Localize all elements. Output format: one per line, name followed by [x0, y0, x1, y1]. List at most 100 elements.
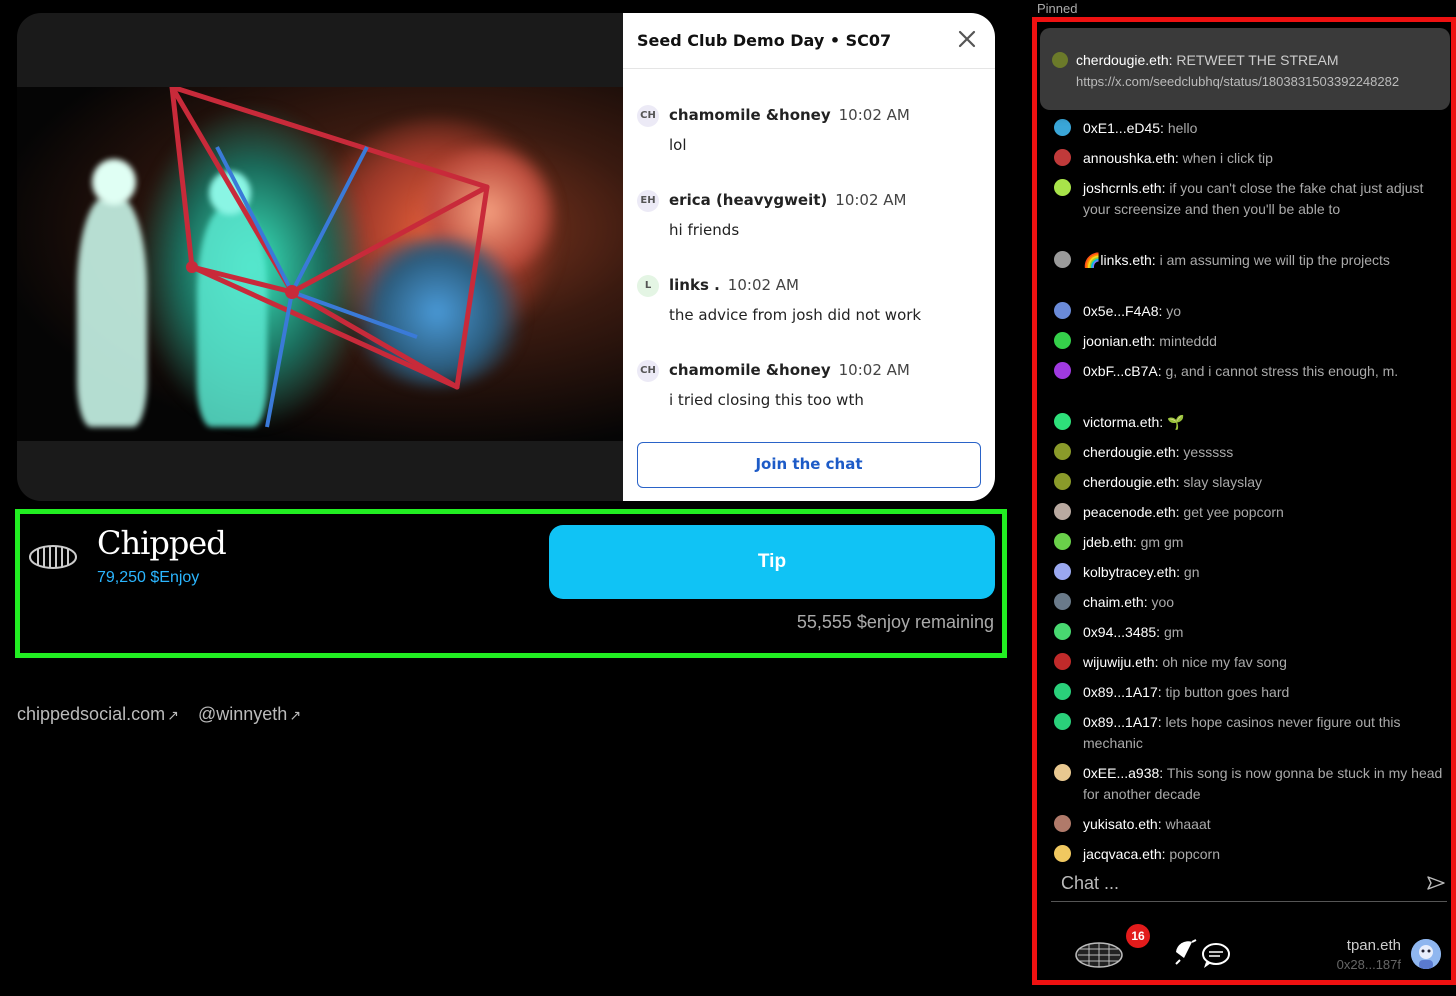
- overlay-message-time: 10:02 AM: [727, 276, 799, 294]
- send-icon[interactable]: [1427, 874, 1445, 892]
- chat-message-text: 🌱: [1167, 414, 1185, 430]
- overlay-message-time: 10:02 AM: [838, 361, 910, 379]
- overlay-message-author: chamomile &honey: [669, 361, 831, 379]
- chat-message-author: joshcrnls.eth:: [1083, 180, 1166, 196]
- chat-message-author: kolbytracey.eth:: [1083, 564, 1181, 580]
- avatar: L: [637, 275, 659, 297]
- chat-message-author: yukisato.eth:: [1083, 816, 1162, 832]
- join-chat-button[interactable]: Join the chat: [637, 442, 981, 488]
- chat-message-text: gm gm: [1140, 534, 1184, 550]
- pinned-message-author: cherdougie.eth:: [1076, 52, 1173, 68]
- chat-message-author: jdeb.eth:: [1083, 534, 1137, 550]
- chat-message-author: annoushka.eth:: [1083, 150, 1179, 166]
- avatar: [1054, 503, 1071, 520]
- chipped-logo-icon[interactable]: [1074, 938, 1124, 972]
- chat-input-row: [1051, 866, 1447, 902]
- avatar: [1054, 623, 1071, 640]
- username: tpan.eth: [1346, 937, 1401, 954]
- website-link[interactable]: chippedsocial.com ↗: [17, 704, 179, 725]
- overlay-message-text: i tried closing this too wth: [669, 391, 864, 409]
- avatar: [1054, 473, 1071, 490]
- pinned-label: Pinned: [1037, 1, 1078, 16]
- chat-message-author: 0x89...1A17:: [1083, 714, 1162, 730]
- overlay-message-author: erica (heavygweit): [669, 191, 828, 209]
- overlay-message-text: the advice from josh did not work: [669, 306, 922, 324]
- chat-mode-icon[interactable]: [1172, 938, 1234, 970]
- avatar: [1054, 815, 1071, 832]
- chat-message-author: 0x94...3485:: [1083, 624, 1161, 640]
- chat-message-author: chaim.eth:: [1083, 594, 1148, 610]
- chat-message-text: g, and i cannot stress this enough, m.: [1165, 363, 1399, 379]
- chat-message-author: 0xbF...cB7A:: [1083, 363, 1162, 379]
- avatar: [1054, 683, 1071, 700]
- user-avatar[interactable]: [1411, 939, 1441, 969]
- chat-message-author: joonian.eth:: [1083, 333, 1156, 349]
- chat-input[interactable]: [1051, 866, 1411, 900]
- pinned-message-text: RETWEET THE STREAM: [1176, 52, 1339, 68]
- avatar: [1054, 443, 1071, 460]
- chipped-logo-icon: [29, 545, 77, 569]
- chat-message-text: popcorn: [1169, 846, 1220, 862]
- notification-badge: 16: [1126, 924, 1150, 948]
- avatar: [1054, 149, 1071, 166]
- overlay-header: Seed Club Demo Day • SC07: [623, 13, 995, 69]
- chat-message-text: yo: [1166, 303, 1182, 319]
- overlay-message-text: lol: [669, 136, 687, 154]
- avatar: [1054, 593, 1071, 610]
- chat-message-text: hello: [1167, 120, 1198, 136]
- avatar: [1054, 332, 1071, 349]
- chat-message-author: cherdougie.eth:: [1083, 444, 1180, 460]
- chat-message-author: cherdougie.eth:: [1083, 474, 1180, 490]
- chat-message-text: get yee popcorn: [1183, 504, 1284, 520]
- avatar: [1054, 413, 1071, 430]
- pinned-message-link[interactable]: https://x.com/seedclubhq/status/18038315…: [1076, 74, 1399, 89]
- avatar: EH: [637, 190, 659, 212]
- overlay-title: Seed Club Demo Day • SC07: [637, 31, 892, 50]
- video-stream[interactable]: [17, 87, 623, 441]
- chat-message-author: 0x5e...F4A8:: [1083, 303, 1163, 319]
- avatar: [1054, 845, 1071, 862]
- chat-message-text: yesssss: [1183, 444, 1234, 460]
- avatar: [1054, 653, 1071, 670]
- avatar: [1054, 563, 1071, 580]
- chat-message-text: minteddd: [1159, 333, 1217, 349]
- chat-message-text: whaaat: [1165, 816, 1211, 832]
- twitter-handle-link[interactable]: @winnyeth ↗: [198, 704, 301, 725]
- tip-remaining-text: 55,555 $enjoy remaining: [796, 612, 994, 632]
- chat-message-text: oh nice my fav song: [1162, 654, 1287, 670]
- chat-message-text: slay slayslay: [1183, 474, 1263, 490]
- pinned-message[interactable]: cherdougie.eth: RETWEET THE STREAM https…: [1040, 28, 1450, 110]
- close-icon[interactable]: [955, 27, 979, 51]
- chat-overlay-popup: Seed Club Demo Day • SC07 CH chamomile &…: [623, 13, 995, 501]
- external-arrow-icon: ↗: [289, 707, 302, 723]
- chat-message-text: when i click tip: [1182, 150, 1273, 166]
- chat-message-author: victorma.eth:: [1083, 414, 1164, 430]
- live-chat-panel: cherdougie.eth: RETWEET THE STREAM https…: [1032, 17, 1456, 985]
- overlay-message-time: 10:02 AM: [838, 106, 910, 124]
- tip-button[interactable]: Tip: [549, 525, 995, 599]
- avatar: [1054, 713, 1071, 730]
- avatar: CH: [637, 360, 659, 382]
- avatar: [1054, 362, 1071, 379]
- chat-message-author: 0xE1...eD45:: [1083, 120, 1164, 136]
- chat-message-text: i am assuming we will tip the projects: [1159, 252, 1390, 268]
- avatar: [1054, 533, 1071, 550]
- avatar: [1052, 52, 1068, 68]
- external-arrow-icon: ↗: [167, 707, 179, 723]
- avatar: CH: [637, 105, 659, 127]
- chat-message-text: gm: [1163, 624, 1184, 640]
- twitter-handle-label: @winnyeth: [198, 704, 288, 724]
- chat-message-text: yoo: [1151, 594, 1175, 610]
- overlay-message-text: hi friends: [669, 221, 740, 239]
- avatar: [1054, 119, 1071, 136]
- chat-message-author: 0x89...1A17:: [1083, 684, 1162, 700]
- avatar: [1054, 764, 1071, 781]
- chat-message-author: 0xEE...a938:: [1083, 765, 1164, 781]
- avatar: [1054, 251, 1071, 268]
- chat-message-author: peacenode.eth:: [1083, 504, 1180, 520]
- overlay-message-time: 10:02 AM: [835, 191, 907, 209]
- overlay-message-author: chamomile &honey: [669, 106, 831, 124]
- avatar-icon: [1411, 939, 1441, 969]
- project-panel: Chipped 79,250 $Enjoy Tip 55,555 $enjoy …: [15, 509, 1007, 658]
- project-name: Chipped: [97, 524, 227, 562]
